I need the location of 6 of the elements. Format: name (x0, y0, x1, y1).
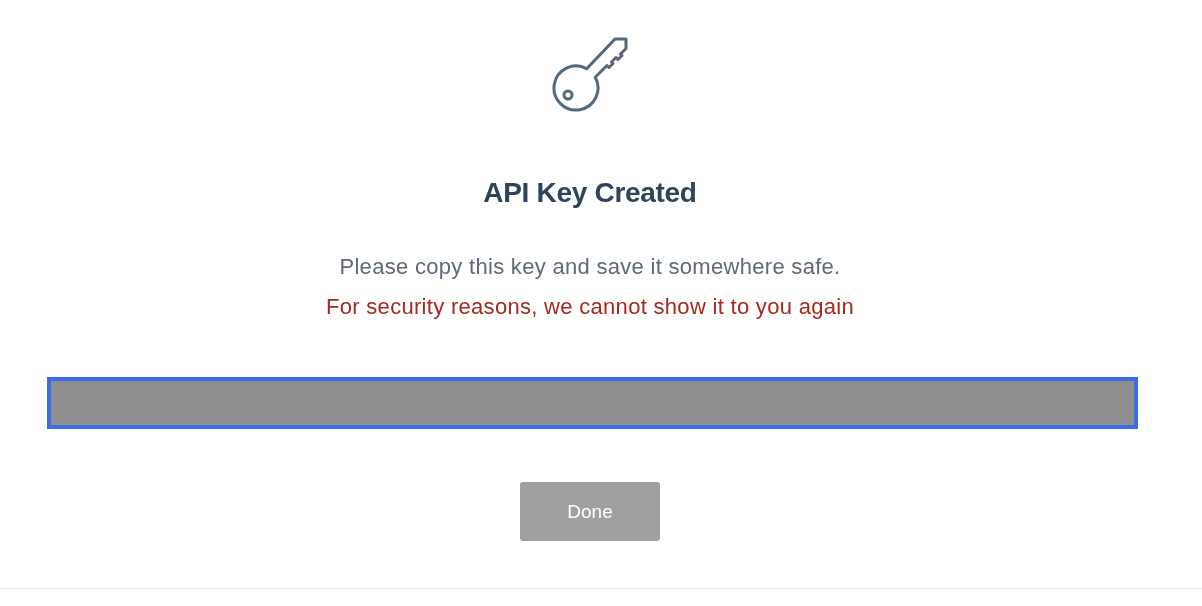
instruction-text: Please copy this key and save it somewhere safe. (339, 254, 841, 280)
dialog-title: API Key Created (483, 177, 697, 209)
key-field[interactable] (47, 377, 1138, 429)
done-button[interactable]: Done (520, 482, 660, 541)
key-icon (552, 37, 628, 113)
warning-text: For security reasons, we cannot show it to you again (326, 294, 854, 320)
